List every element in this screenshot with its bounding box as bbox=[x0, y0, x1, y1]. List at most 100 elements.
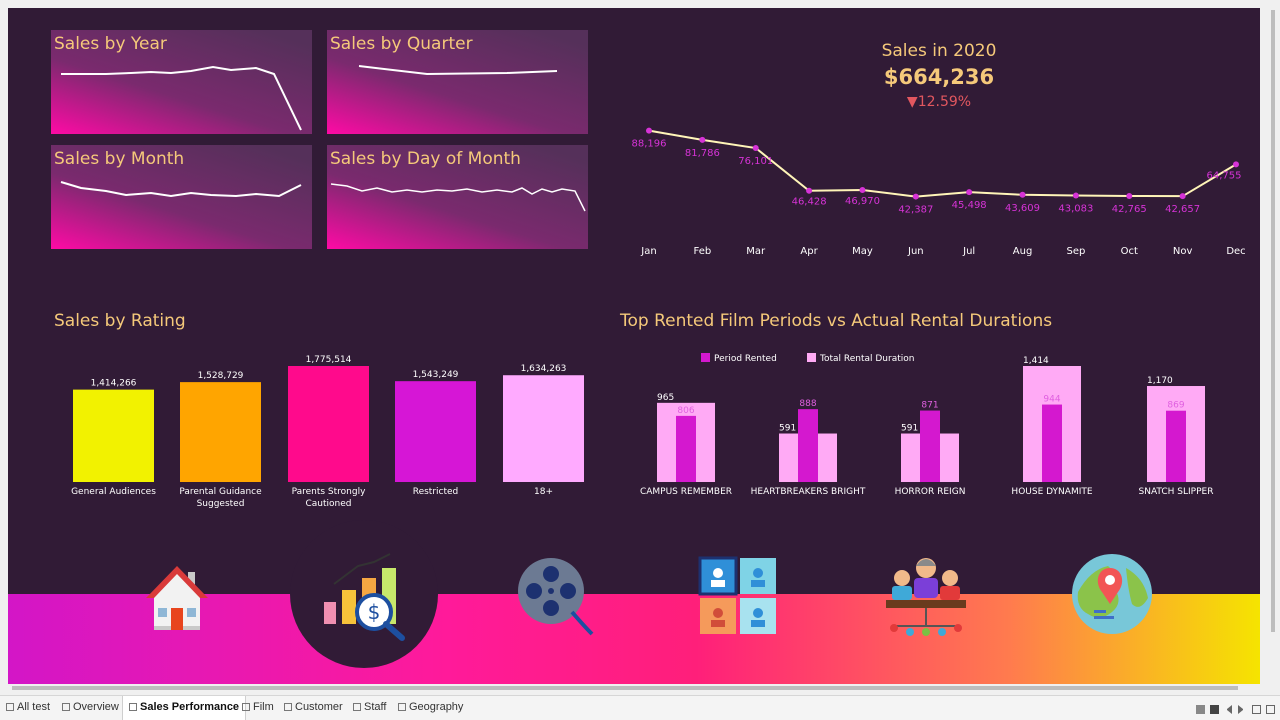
monthly-sales-line-chart: 88,196 Jan 81,786 Feb 76,101 Mar 46,428 Apr 46,9… bbox=[632, 127, 1246, 257]
line-data-label: 46,970 bbox=[845, 196, 880, 207]
film-category-label: HOUSE DYNAMITE bbox=[1011, 487, 1092, 497]
vertical-scrollbar[interactable] bbox=[1271, 10, 1275, 632]
line-data-label: 42,765 bbox=[1112, 204, 1147, 215]
expand-icon[interactable] bbox=[1252, 705, 1261, 714]
period-rented-bar[interactable] bbox=[1166, 410, 1186, 482]
x-tick-label: Apr bbox=[800, 246, 818, 257]
x-tick-label: Dec bbox=[1226, 246, 1245, 257]
rating-bar[interactable] bbox=[503, 375, 584, 482]
next-sheet-icon[interactable] bbox=[1238, 705, 1244, 714]
line-point[interactable] bbox=[1179, 193, 1186, 200]
sheet-icon bbox=[353, 703, 361, 711]
tab-overview[interactable]: Overview bbox=[62, 701, 119, 719]
rating-category-label: Suggested bbox=[197, 499, 245, 509]
line-data-label: 45,498 bbox=[952, 200, 987, 211]
app-window: Sales by Year Sales by Quarter Sales by … bbox=[0, 0, 1280, 720]
sheet-icon bbox=[398, 703, 406, 711]
rating-category-label: Parental Guidance bbox=[179, 487, 262, 497]
period-rented-bar[interactable] bbox=[676, 415, 696, 482]
film-category-label: SNATCH SLIPPER bbox=[1139, 487, 1214, 497]
film-reel-icon[interactable] bbox=[514, 554, 598, 638]
x-tick-label: Mar bbox=[746, 246, 766, 257]
line-point[interactable] bbox=[912, 193, 919, 200]
line-point[interactable] bbox=[699, 136, 706, 143]
horizontal-scrollbar[interactable] bbox=[12, 686, 1238, 690]
sparkline-sales-by-year[interactable]: Sales by Year bbox=[51, 30, 312, 134]
x-tick-label: Nov bbox=[1173, 246, 1193, 257]
line-data-label: 81,786 bbox=[685, 148, 720, 159]
rating-category-label: General Audiences bbox=[71, 487, 156, 497]
line-data-label: 76,101 bbox=[738, 156, 773, 167]
tab-film[interactable]: Film bbox=[242, 701, 274, 719]
dashboard-canvas: Sales by Year Sales by Quarter Sales by … bbox=[8, 8, 1260, 684]
rating-bar[interactable] bbox=[180, 382, 261, 482]
sparkline-sales-by-month[interactable]: Sales by Month bbox=[51, 145, 312, 249]
line-data-label: 43,083 bbox=[1058, 204, 1093, 215]
filmstrip-view-icon[interactable] bbox=[1210, 705, 1219, 714]
tab-all-test[interactable]: All test bbox=[6, 701, 50, 719]
svg-text:$: $ bbox=[368, 600, 381, 624]
period-rented-bar[interactable] bbox=[1042, 404, 1062, 482]
sales-by-rating-bar-chart: 1,414,266 General Audiences 1,528,729 Paren… bbox=[71, 355, 584, 509]
line-point[interactable] bbox=[1126, 193, 1133, 200]
line-data-label: 46,428 bbox=[792, 197, 827, 208]
line-point[interactable] bbox=[859, 186, 866, 193]
rental-chart-title: Top Rented Film Periods vs Actual Rental… bbox=[620, 311, 1053, 331]
rating-category-label: Parents Strongly bbox=[292, 487, 367, 497]
rating-bar[interactable] bbox=[395, 381, 476, 482]
line-point[interactable] bbox=[966, 189, 973, 196]
rating-bar[interactable] bbox=[73, 389, 154, 482]
film-category-label: HORROR REIGN bbox=[895, 487, 966, 497]
sheet-icon bbox=[242, 703, 250, 711]
rating-value-label: 1,528,729 bbox=[198, 371, 244, 381]
tab-customer[interactable]: Customer bbox=[284, 701, 343, 719]
period-rented-bar[interactable] bbox=[920, 410, 940, 482]
sparkline-day-title: Sales by Day of Month bbox=[330, 149, 521, 169]
line-data-label: 64,755 bbox=[1207, 170, 1242, 181]
sparkline-sales-by-quarter[interactable]: Sales by Quarter bbox=[327, 30, 588, 134]
previous-sheet-icon[interactable] bbox=[1226, 705, 1232, 714]
x-tick-label: Aug bbox=[1013, 246, 1033, 257]
tab-staff[interactable]: Staff bbox=[353, 701, 386, 719]
rating-bar[interactable] bbox=[288, 366, 369, 482]
fullscreen-icon[interactable] bbox=[1266, 705, 1275, 714]
sparkline-quarter-title: Sales by Quarter bbox=[330, 34, 473, 54]
period-rented-label: 871 bbox=[921, 401, 938, 411]
rating-category-label: Cautioned bbox=[306, 499, 352, 509]
line-point[interactable] bbox=[752, 145, 759, 152]
sparkline-year-title: Sales by Year bbox=[54, 34, 167, 54]
rating-category-label: 18+ bbox=[534, 487, 553, 497]
home-icon[interactable] bbox=[142, 564, 212, 636]
line-point[interactable] bbox=[646, 127, 652, 134]
line-point[interactable] bbox=[1019, 191, 1026, 198]
sales-analytics-icon[interactable]: $ bbox=[316, 552, 412, 642]
x-tick-label: Sep bbox=[1066, 246, 1085, 257]
sheet-icon bbox=[62, 703, 70, 711]
customer-id-icon[interactable] bbox=[698, 556, 780, 636]
line-point[interactable] bbox=[1072, 192, 1079, 199]
line-point[interactable] bbox=[806, 187, 813, 194]
total-duration-label: 1,414 bbox=[1023, 356, 1049, 366]
sparkline-sales-by-day-of-month[interactable]: Sales by Day of Month bbox=[327, 145, 588, 249]
legend-label-period-rented: Period Rented bbox=[714, 354, 777, 364]
legend-swatch-total-rental-duration bbox=[807, 353, 816, 362]
line-data-label: 88,196 bbox=[632, 139, 667, 150]
period-rented-label: 888 bbox=[799, 399, 816, 409]
kpi-title: Sales in 2020 bbox=[881, 41, 997, 61]
rating-value-label: 1,634,263 bbox=[521, 364, 567, 374]
staff-team-icon[interactable] bbox=[884, 552, 968, 638]
total-duration-label: 591 bbox=[779, 424, 796, 434]
tab-geography[interactable]: Geography bbox=[398, 701, 463, 719]
legend-label-total-rental-duration: Total Rental Duration bbox=[819, 354, 914, 364]
grid-view-icon[interactable] bbox=[1196, 705, 1205, 714]
globe-location-icon[interactable] bbox=[1070, 552, 1154, 636]
line-point[interactable] bbox=[1233, 161, 1239, 168]
period-rented-bar[interactable] bbox=[798, 409, 818, 482]
tab-sales-performance[interactable]: Sales Performance bbox=[122, 696, 247, 720]
rental-periods-bar-chart: Period Rented Total Rental Duration 965806… bbox=[640, 353, 1214, 497]
tab-label: Customer bbox=[295, 701, 343, 713]
line-data-label: 42,387 bbox=[898, 205, 933, 216]
sales-line bbox=[648, 129, 1237, 198]
sheet-tab-bar: All test Overview Sales Performance Film… bbox=[0, 695, 1280, 720]
tab-label: Overview bbox=[73, 701, 119, 713]
